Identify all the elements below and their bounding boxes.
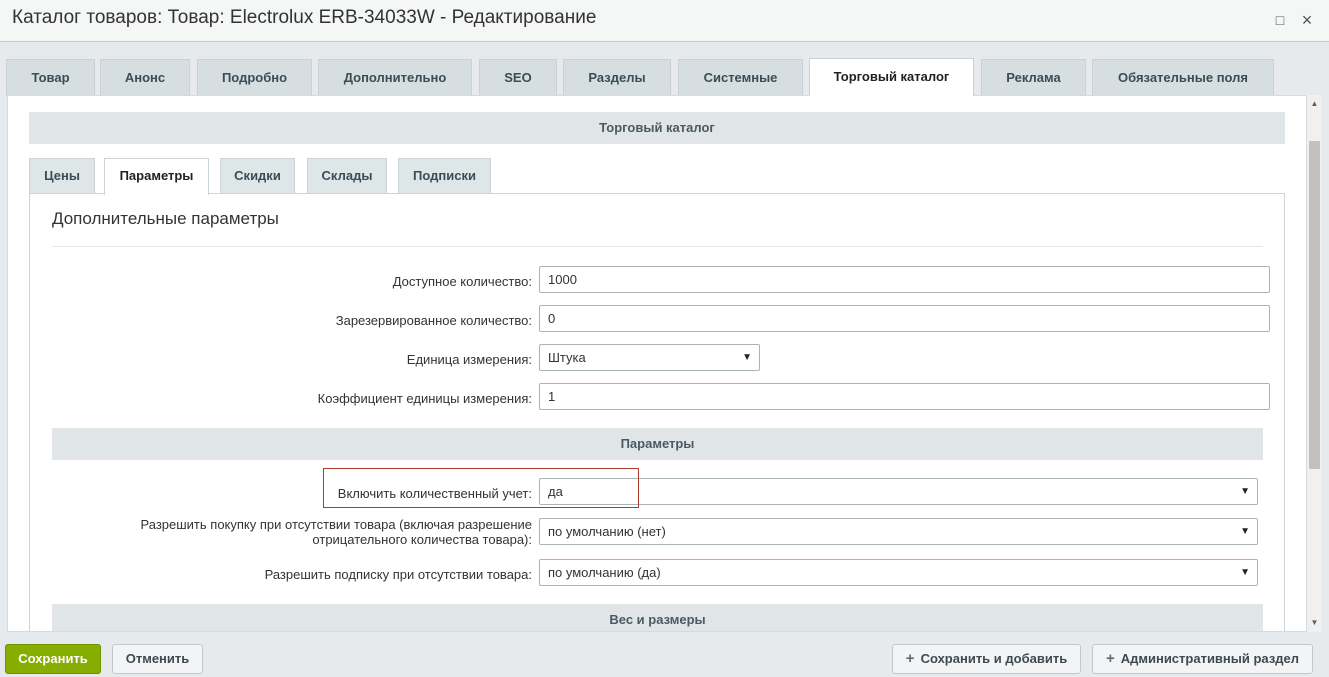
tab-ads[interactable]: Реклама [981, 59, 1086, 96]
subscribe-label: Разрешить подписку при отсутствии товара… [264, 567, 532, 582]
chevron-down-icon: ▼ [1240, 526, 1250, 537]
tab-additional[interactable]: Дополнительно [318, 59, 472, 96]
subtab-warehouses[interactable]: Склады [307, 158, 387, 194]
chevron-down-icon: ▼ [742, 352, 752, 363]
close-icon[interactable]: × [1297, 10, 1317, 30]
divider [52, 246, 1263, 247]
tab-product[interactable]: Товар [6, 59, 95, 96]
scroll-up-icon[interactable]: ▲ [1307, 97, 1322, 111]
save-and-add-button[interactable]: + Сохранить и добавить [892, 644, 1081, 674]
unit-select[interactable]: Штука ▼ [539, 344, 760, 371]
plus-icon: + [1105, 650, 1115, 667]
unit-ratio-input[interactable] [539, 383, 1270, 410]
save-button[interactable]: Сохранить [5, 644, 101, 674]
scroll-down-icon[interactable]: ▼ [1307, 616, 1322, 630]
tab-announce[interactable]: Анонс [100, 59, 190, 96]
chevron-down-icon: ▼ [1240, 486, 1250, 497]
quantity-trace-label: Включить количественный учет: [337, 486, 532, 501]
trade-catalog-header: Торговый каталог [29, 112, 1285, 144]
quantity-trace-select[interactable]: да ▼ [539, 478, 1258, 505]
tab-system[interactable]: Системные [678, 59, 803, 96]
reserved-quantity-label: Зарезервированное количество: [335, 313, 532, 328]
tab-details[interactable]: Подробно [197, 59, 312, 96]
subscribe-select[interactable]: по умолчанию (да) ▼ [539, 559, 1258, 586]
tab-sections[interactable]: Разделы [563, 59, 671, 96]
subscribe-value: по умолчанию (да) [548, 565, 661, 580]
can-buy-zero-label: Разрешить покупку при отсутствии товара … [90, 517, 533, 547]
weight-section-header: Вес и размеры [52, 604, 1263, 631]
footer-bar: Сохранить Отменить + Сохранить и добавить… [0, 632, 1329, 677]
unit-ratio-label: Коэффициент единицы измерения: [317, 391, 532, 406]
tab-seo[interactable]: SEO [479, 59, 557, 96]
can-buy-zero-label-line1: Разрешить покупку при отсутствии товара … [140, 517, 533, 532]
subtab-subscriptions[interactable]: Подписки [398, 158, 491, 194]
chevron-down-icon: ▼ [1240, 567, 1250, 578]
vertical-scrollbar[interactable]: ▲ ▼ [1307, 95, 1322, 632]
save-and-add-label: Сохранить и добавить [920, 651, 1068, 666]
quantity-trace-value: да [548, 484, 563, 499]
admin-section-label: Административный раздел [1120, 651, 1300, 666]
plus-icon: + [905, 650, 915, 667]
parameters-panel: Дополнительные параметры Доступное колич… [29, 193, 1285, 631]
can-buy-zero-label-line2: отрицательного количества товара): [312, 532, 532, 547]
reserved-quantity-input[interactable] [539, 305, 1270, 332]
tab-trade-catalog[interactable]: Торговый каталог [809, 58, 974, 96]
available-quantity-label: Доступное количество: [392, 274, 532, 289]
window-titlebar: Каталог товаров: Товар: Electrolux ERB-3… [0, 0, 1329, 42]
panel-title: Дополнительные параметры [52, 209, 279, 228]
tab-content: Торговый каталог Цены Параметры Скидки С… [7, 95, 1307, 632]
admin-section-button[interactable]: + Административный раздел [1092, 644, 1313, 674]
unit-select-value: Штука [548, 350, 586, 365]
unit-label: Единица измерения: [406, 352, 532, 367]
parameters-section-header: Параметры [52, 428, 1263, 460]
subtab-prices[interactable]: Цены [29, 158, 95, 194]
maximize-icon[interactable]: □ [1270, 10, 1290, 30]
subtab-parameters[interactable]: Параметры [104, 158, 209, 195]
cancel-button[interactable]: Отменить [112, 644, 203, 674]
subtab-discounts[interactable]: Скидки [220, 158, 295, 194]
window-title: Каталог товаров: Товар: Electrolux ERB-3… [12, 7, 597, 28]
tab-required-fields[interactable]: Обязательные поля [1092, 59, 1274, 96]
can-buy-zero-value: по умолчанию (нет) [548, 524, 666, 539]
main-tabbar: Товар Анонс Подробно Дополнительно SEO Р… [0, 42, 1329, 96]
can-buy-zero-select[interactable]: по умолчанию (нет) ▼ [539, 518, 1258, 545]
available-quantity-input[interactable] [539, 266, 1270, 293]
scrollbar-thumb[interactable] [1309, 141, 1320, 469]
